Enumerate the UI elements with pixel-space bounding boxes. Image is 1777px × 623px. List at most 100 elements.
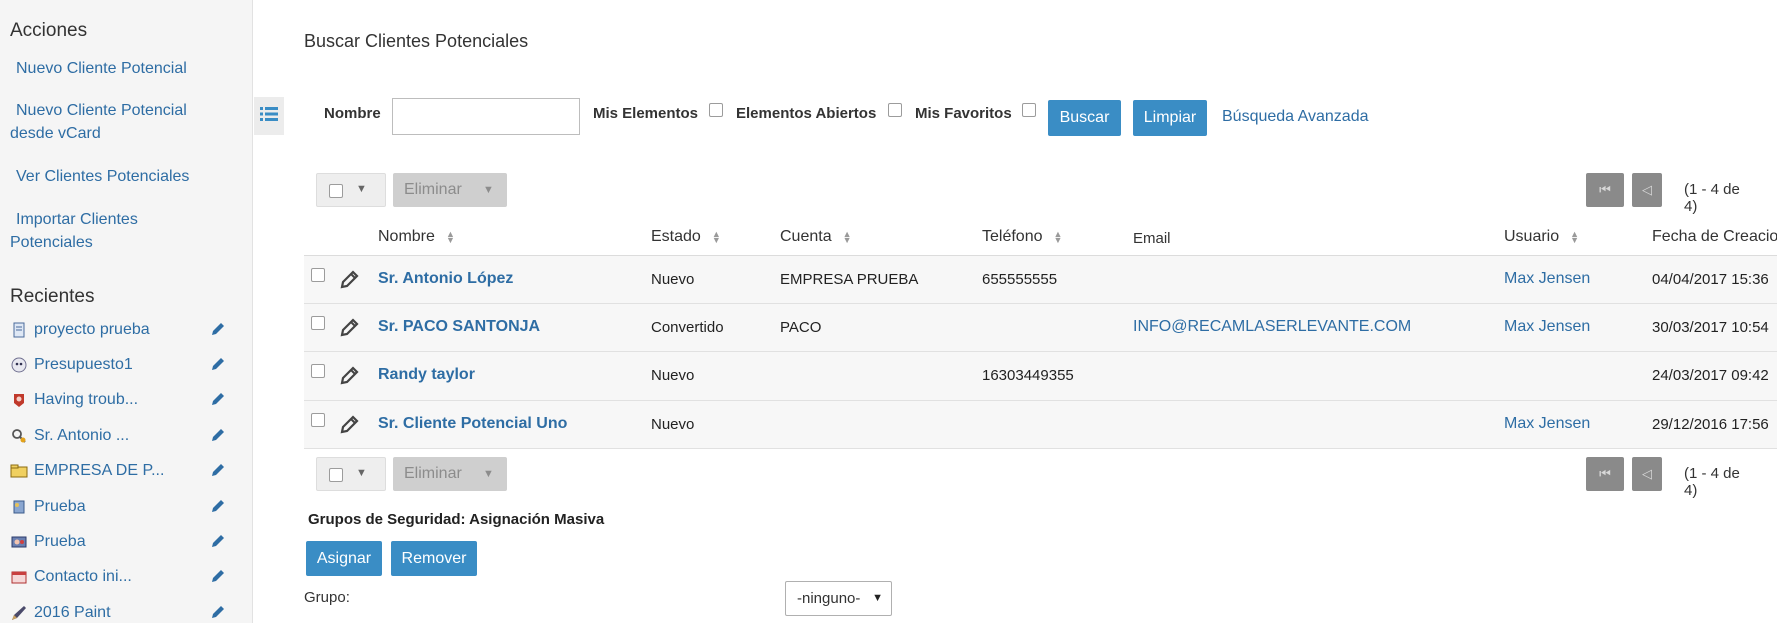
quote-icon <box>10 356 28 374</box>
pencil-icon[interactable] <box>340 414 360 434</box>
chevron-down-icon: ▼ <box>356 467 367 479</box>
lead-account: PACO <box>780 319 822 337</box>
first-page-button[interactable]: ⏮ <box>1586 457 1624 491</box>
recent-item[interactable]: Presupuesto1 <box>0 347 253 382</box>
select-all-checkbox[interactable] <box>329 184 343 198</box>
col-name-header[interactable]: Nombre ▲ ▼ <box>378 228 456 246</box>
delete-button[interactable]: Eliminar ▼ <box>393 457 507 491</box>
recent-item[interactable]: Contacto ini... <box>0 560 253 595</box>
table-row: Sr. PACO SANTONJA Convertido PACO INFO@R… <box>304 304 1777 353</box>
search-button[interactable]: Buscar <box>1048 100 1121 136</box>
remove-button[interactable]: Remover <box>391 541 477 576</box>
lead-account: EMPRESA PRUEBA <box>780 271 919 288</box>
action-label-line2: Potenciales <box>10 234 93 251</box>
advanced-search-link[interactable]: Búsqueda Avanzada <box>1222 108 1369 126</box>
search-bar: Nombre Mis Elementos Elementos Abiertos … <box>304 98 1374 138</box>
leads-table: Sr. Antonio López Nuevo EMPRESA PRUEBA 6… <box>304 256 1777 449</box>
action-label: Nuevo Cliente Potencial <box>16 60 187 77</box>
lead-name-link[interactable]: Sr. Antonio López <box>378 270 513 288</box>
table-row: Sr. Cliente Potencial Uno Nuevo Max Jens… <box>304 400 1777 449</box>
col-status-header[interactable]: Estado ▲ ▼ <box>651 228 722 246</box>
lead-icon <box>10 427 28 445</box>
action-new-lead[interactable]: Nuevo Cliente Potencial <box>10 57 230 80</box>
pagination-text: (1 - 4 de 4) <box>1684 181 1740 215</box>
action-import-leads[interactable]: Importar Clientes Potenciales <box>10 208 230 254</box>
account-icon <box>10 462 28 480</box>
recent-item[interactable]: Having troub... <box>0 383 253 418</box>
pencil-icon[interactable] <box>340 317 360 337</box>
col-account-header[interactable]: Cuenta ▲ ▼ <box>780 228 853 246</box>
row-checkbox[interactable] <box>311 364 325 379</box>
recent-item[interactable]: proyecto prueba <box>0 312 253 347</box>
chevron-down-icon: ▼ <box>872 592 883 604</box>
group-select[interactable]: -ninguno- ▼ <box>785 581 892 616</box>
prev-page-icon: ◁ <box>1642 466 1652 481</box>
delete-button[interactable]: Eliminar ▼ <box>393 173 507 207</box>
first-page-button[interactable]: ⏮ <box>1586 173 1624 207</box>
select-all-checkbox[interactable] <box>329 468 343 482</box>
lead-email-link[interactable]: INFO@RECAMLASERLEVANTE.COM <box>1133 318 1411 336</box>
assign-button[interactable]: Asignar <box>306 541 382 576</box>
project-icon <box>10 321 28 339</box>
pencil-icon[interactable] <box>210 533 228 551</box>
lead-created: 30/03/2017 10:54 <box>1652 319 1769 337</box>
lead-name-link[interactable]: Sr. PACO SANTONJA <box>378 318 540 336</box>
pencil-icon[interactable] <box>210 568 228 586</box>
recent-item[interactable]: Sr. Antonio ... <box>0 418 253 453</box>
prev-page-button[interactable]: ◁ <box>1632 173 1662 207</box>
sort-icon: ▲ ▼ <box>1053 229 1063 245</box>
favorites-label: Mis Favoritos <box>915 105 1012 122</box>
recent-item[interactable]: Prueba <box>0 524 253 559</box>
action-label: Ver Clientes Potenciales <box>16 168 190 185</box>
chevron-down-icon: ▼ <box>483 468 494 480</box>
select-all-dropdown[interactable]: ▼ <box>316 173 386 207</box>
col-user-header[interactable]: Usuario ▲ ▼ <box>1504 228 1580 246</box>
lead-user-link[interactable]: Max Jensen <box>1504 270 1590 288</box>
action-label-line2: desde vCard <box>10 125 101 142</box>
lead-name-link[interactable]: Randy taylor <box>378 366 475 384</box>
my-items-checkbox[interactable] <box>709 103 723 117</box>
my-items-label: Mis Elementos <box>593 105 699 122</box>
row-checkbox[interactable] <box>311 412 325 427</box>
table-row: Randy taylor Nuevo 16303449355 24/03/201… <box>304 352 1777 401</box>
lead-name-link[interactable]: Sr. Cliente Potencial Uno <box>378 415 567 433</box>
recent-item[interactable]: Prueba <box>0 489 253 524</box>
row-checkbox[interactable] <box>311 316 325 331</box>
select-all-dropdown[interactable]: ▼ <box>316 457 386 491</box>
pencil-icon[interactable] <box>210 604 228 622</box>
recent-item[interactable]: 2016 Paint <box>0 595 253 623</box>
lead-created: 29/12/2016 17:56 <box>1652 415 1769 433</box>
lead-status: Nuevo <box>651 415 695 433</box>
name-search-input[interactable] <box>392 98 580 135</box>
pencil-icon[interactable] <box>210 462 228 480</box>
action-view-leads[interactable]: Ver Clientes Potenciales <box>10 165 230 188</box>
sort-icon: ▲ ▼ <box>445 229 455 245</box>
pencil-icon[interactable] <box>210 321 228 339</box>
meeting-icon <box>10 568 28 586</box>
col-created-header[interactable]: Fecha de Creacio <box>1652 228 1777 246</box>
pencil-icon[interactable] <box>210 391 228 409</box>
recent-item[interactable]: EMPRESA DE P... <box>0 454 253 489</box>
recent-item-label: Presupuesto1 <box>34 356 133 374</box>
prev-page-button[interactable]: ◁ <box>1632 457 1662 491</box>
lead-user-link[interactable]: Max Jensen <box>1504 318 1590 336</box>
col-label: Nombre <box>378 228 435 245</box>
list-icon <box>260 106 278 126</box>
pencil-icon[interactable] <box>340 365 360 385</box>
pencil-icon[interactable] <box>210 356 228 374</box>
clear-button[interactable]: Limpiar <box>1133 100 1207 136</box>
sort-icon: ▲ ▼ <box>711 229 721 245</box>
favorites-checkbox[interactable] <box>1022 103 1036 117</box>
col-phone-header[interactable]: Teléfono ▲ ▼ <box>982 228 1064 246</box>
action-new-lead-vcard[interactable]: Nuevo Cliente Potencial desde vCard <box>10 99 230 145</box>
list-view-toggle[interactable] <box>254 97 284 135</box>
recent-item-label: Sr. Antonio ... <box>34 426 130 444</box>
col-email-header: Email <box>1133 230 1171 247</box>
lead-status: Nuevo <box>651 367 695 385</box>
pencil-icon[interactable] <box>210 498 228 516</box>
lead-user-link[interactable]: Max Jensen <box>1504 415 1590 433</box>
pencil-icon[interactable] <box>210 427 228 445</box>
open-items-checkbox[interactable] <box>888 103 902 117</box>
row-checkbox[interactable] <box>311 268 325 282</box>
pencil-icon[interactable] <box>340 269 360 289</box>
